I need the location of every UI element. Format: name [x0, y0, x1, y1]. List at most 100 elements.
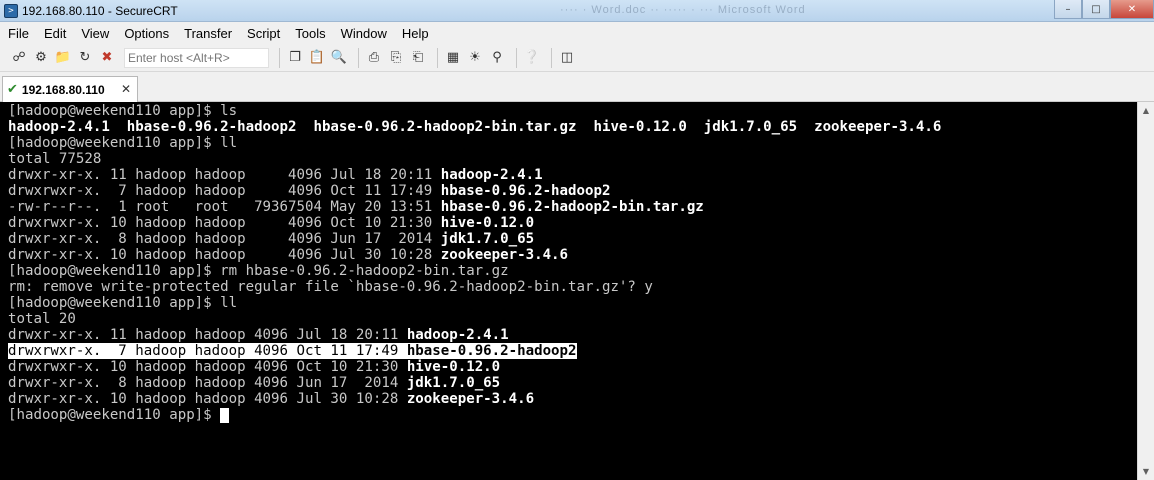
close-window-icon[interactable]: ✕ [1110, 0, 1154, 19]
menu-file[interactable]: File [8, 26, 29, 41]
terminal-line: total 77528 [8, 151, 1137, 167]
menu-transfer[interactable]: Transfer [184, 26, 232, 41]
toolbar-separator [516, 47, 517, 68]
help-icon[interactable]: ❔ [523, 49, 541, 67]
close-tab-icon[interactable]: ✕ [121, 82, 131, 96]
menu-tools[interactable]: Tools [295, 26, 325, 41]
terminal-text: hbase-0.96.2-hadoop2 [440, 183, 611, 199]
terminal-text: jdk1.7.0_65 [440, 231, 535, 247]
toolbar-separator [279, 47, 280, 68]
terminal-line: drwxr-xr-x. 11 hadoop hadoop 4096 Jul 18… [8, 167, 1137, 183]
connect-in-tab-icon[interactable]: 📁 [54, 49, 72, 67]
terminal-line: [hadoop@weekend110 app]$ [8, 407, 1137, 423]
securecrt-app-icon: > [4, 3, 18, 18]
window-title: 192.168.80.110 - SecureCRT [22, 3, 178, 18]
key-map-icon[interactable]: ⚲ [488, 49, 506, 67]
terminal-output[interactable]: [hadoop@weekend110 app]$ ls hadoop-2.4.1 … [0, 102, 1137, 480]
quick-connect-icon[interactable]: ⚙ [32, 49, 50, 67]
tab-session-label: 192.168.80.110 [21, 82, 105, 97]
terminal-line: -rw-r--r--. 1 root root 79367504 May 20 … [8, 199, 1137, 215]
menu-help[interactable]: Help [402, 26, 429, 41]
terminal-text: hadoop-2.4.1 [440, 167, 543, 183]
maximize-icon[interactable]: □ [1082, 0, 1110, 19]
disconnect-icon[interactable]: ✖ [98, 49, 116, 67]
enter-host-input[interactable]: Enter host <Alt+R> [124, 47, 269, 68]
terminal-text: hive-0.12.0 [440, 215, 535, 231]
terminal-text: hadoop-2.4.1 [406, 327, 509, 343]
terminal-line: drwxrwxr-x. 10 hadoop hadoop 4096 Oct 10… [8, 215, 1137, 231]
screen-icon[interactable]: ◫ [558, 49, 576, 67]
terminal-text: [hadoop@weekend110 app]$ ls [8, 103, 238, 119]
connected-check-icon: ✔ [7, 82, 18, 97]
terminal-line: drwxr-xr-x. 8 hadoop hadoop 4096 Jun 17 … [8, 375, 1137, 391]
terminal-line: [hadoop@weekend110 app]$ ls [8, 103, 1137, 119]
terminal-text: [hadoop@weekend110 app]$ [8, 407, 221, 423]
terminal-line: [hadoop@weekend110 app]$ rm hbase-0.96.2… [8, 263, 1137, 279]
terminal-text: zookeeper-3.4.6 [440, 247, 569, 263]
toolbar: ☍ ⚙ 📁 ↻ ✖ Enter host <Alt+R> ❐ 📋 🔍 ⎙ ⎘ ⎗… [0, 44, 1154, 72]
terminal-text: hadoop-2.4.1 hbase-0.96.2-hadoop2 hbase-… [8, 119, 942, 135]
find-icon[interactable]: 🔍 [330, 49, 348, 67]
terminal-text: total 77528 [8, 151, 102, 167]
print-selection-icon[interactable]: ⎘ [387, 49, 405, 67]
terminal-text: drwxrwxr-x. 10 hadoop hadoop 4096 Oct 10… [8, 359, 407, 375]
terminal-text: hbase-0.96.2-hadoop2-bin.tar.gz [440, 199, 704, 215]
terminal-text: hive-0.12.0 [406, 359, 501, 375]
reconnect-icon[interactable]: ↻ [76, 49, 94, 67]
terminal-scrollbar[interactable]: ▲ ▼ [1137, 102, 1154, 480]
tab-session[interactable]: ✔ 192.168.80.110 ✕ [2, 76, 138, 102]
terminal-cursor [220, 408, 230, 423]
scroll-up-icon[interactable]: ▲ [1138, 102, 1154, 119]
terminal-text: jdk1.7.0_65 [406, 375, 501, 391]
menu-view[interactable]: View [81, 26, 109, 41]
terminal-text: drwxr-xr-x. 8 hadoop hadoop 4096 Jun 17 … [8, 375, 407, 391]
terminal-text: drwxr-xr-x. 10 hadoop hadoop 4096 Jul 30… [8, 247, 441, 263]
terminal-line: drwxr-xr-x. 8 hadoop hadoop 4096 Jun 17 … [8, 231, 1137, 247]
menu-window[interactable]: Window [341, 26, 387, 41]
session-tab-strip: ✔ 192.168.80.110 ✕ [0, 72, 1154, 102]
terminal-line: [hadoop@weekend110 app]$ ll [8, 135, 1137, 151]
toolbar-separator [551, 47, 552, 68]
terminal-text: [hadoop@weekend110 app]$ ll [8, 295, 238, 311]
selected-terminal-text: hbase-0.96.2-hadoop2 [406, 343, 577, 359]
print-setup-icon[interactable]: ⎗ [409, 49, 427, 67]
window-controls: – □ ✕ [1054, 0, 1154, 21]
terminal-line: rm: remove write-protected regular file … [8, 279, 1137, 295]
terminal-line: drwxr-xr-x. 10 hadoop hadoop 4096 Jul 30… [8, 391, 1137, 407]
terminal-text: [hadoop@weekend110 app]$ rm hbase-0.96.2… [8, 263, 509, 279]
menu-edit[interactable]: Edit [44, 26, 66, 41]
minimize-icon[interactable]: – [1054, 0, 1082, 19]
scroll-down-icon[interactable]: ▼ [1138, 463, 1154, 480]
connect-icon[interactable]: ☍ [10, 49, 28, 67]
terminal-text: drwxr-xr-x. 11 hadoop hadoop 4096 Jul 18… [8, 167, 441, 183]
terminal-line: [hadoop@weekend110 app]$ ll [8, 295, 1137, 311]
terminal-text: [hadoop@weekend110 app]$ ll [8, 135, 238, 151]
terminal-text: drwxrwxr-x. 10 hadoop hadoop 4096 Oct 10… [8, 215, 441, 231]
terminal-text: drwxr-xr-x. 10 hadoop hadoop 4096 Jul 30… [8, 391, 407, 407]
terminal-line: hadoop-2.4.1 hbase-0.96.2-hadoop2 hbase-… [8, 119, 1137, 135]
terminal-text: drwxrwxr-x. 7 hadoop hadoop 4096 Oct 11 … [8, 183, 441, 199]
menu-script[interactable]: Script [247, 26, 280, 41]
terminal-text: drwxr-xr-x. 8 hadoop hadoop 4096 Jun 17 … [8, 231, 441, 247]
toolbar-separator [437, 47, 438, 68]
paste-icon[interactable]: 📋 [308, 49, 326, 67]
toolbar-separator [358, 47, 359, 68]
print-icon[interactable]: ⎙ [365, 49, 383, 67]
terminal-line: drwxrwxr-x. 7 hadoop hadoop 4096 Oct 11 … [8, 183, 1137, 199]
menu-options[interactable]: Options [124, 26, 169, 41]
terminal-line: total 20 [8, 311, 1137, 327]
terminal-text: -rw-r--r--. 1 root root 79367504 May 20 … [8, 199, 441, 215]
title-bar: > 192.168.80.110 - SecureCRT ···· · Word… [0, 0, 1154, 22]
terminal-text: zookeeper-3.4.6 [406, 391, 535, 407]
background-window-title: ···· · Word.doc ·· ····· · ··· Microsoft… [560, 4, 806, 16]
terminal-text: drwxr-xr-x. 11 hadoop hadoop 4096 Jul 18… [8, 327, 407, 343]
copy-icon[interactable]: ❐ [286, 49, 304, 67]
terminal-line: drwxr-xr-x. 11 hadoop hadoop 4096 Jul 18… [8, 327, 1137, 343]
global-options-icon[interactable]: ☀ [466, 49, 484, 67]
terminal-line: drwxrwxr-x. 10 hadoop hadoop 4096 Oct 10… [8, 359, 1137, 375]
terminal-line: drwxrwxr-x. 7 hadoop hadoop 4096 Oct 11 … [8, 343, 1137, 359]
selected-terminal-text: drwxrwxr-x. 7 hadoop hadoop 4096 Oct 11 … [8, 343, 407, 359]
terminal-text: total 20 [8, 311, 76, 327]
session-options-icon[interactable]: ▦ [444, 49, 462, 67]
menu-bar: File Edit View Options Transfer Script T… [0, 22, 1154, 44]
